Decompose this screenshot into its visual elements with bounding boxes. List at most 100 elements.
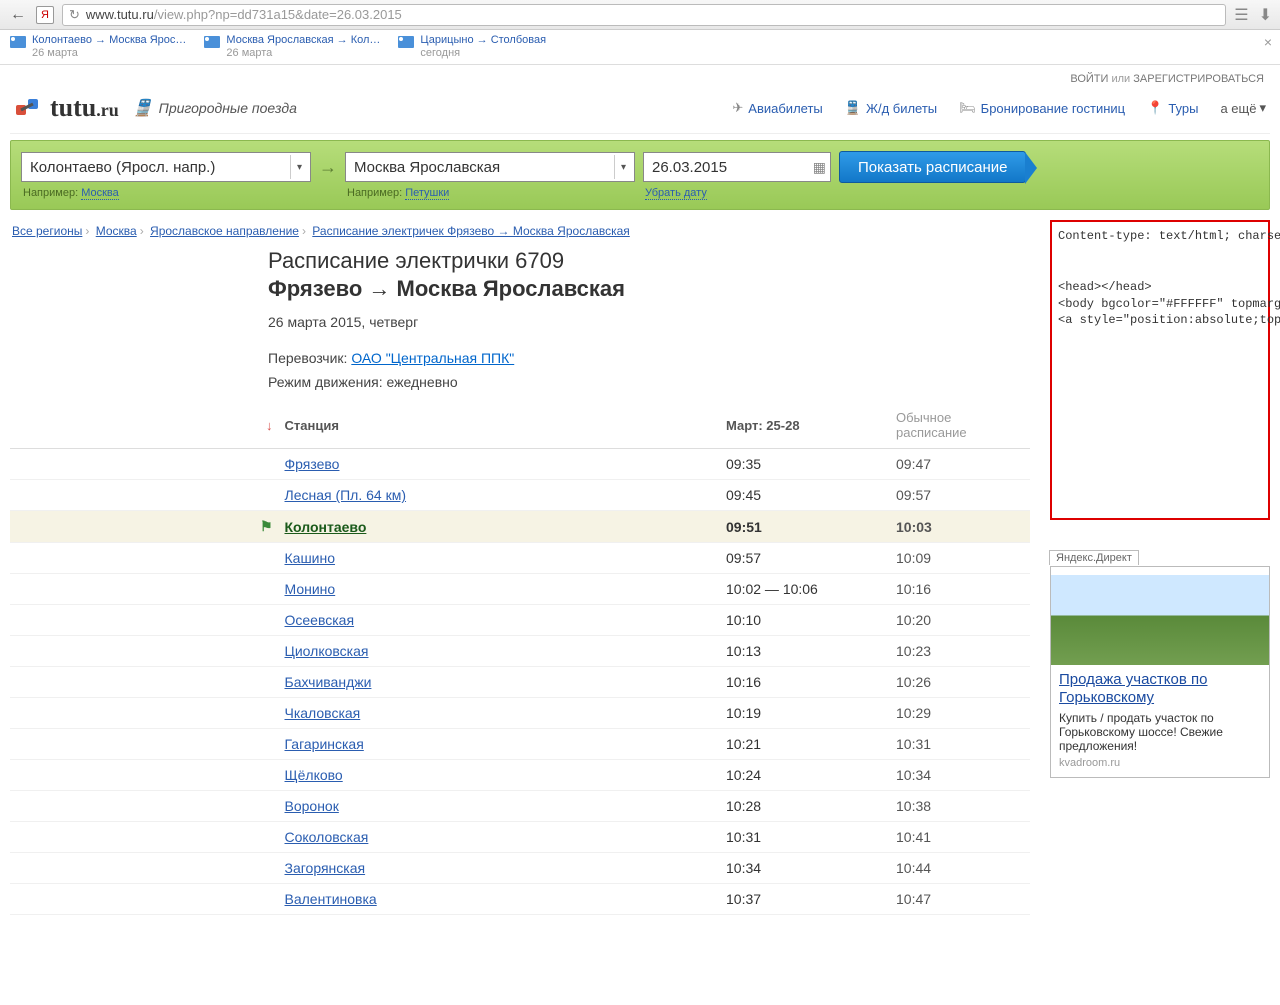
from-dropdown-icon[interactable]: ▾ (290, 155, 308, 179)
station-cell: Соколовская (279, 822, 721, 853)
usual-time-cell: 10:47 (890, 884, 1030, 915)
train-tab-icon (204, 36, 220, 48)
station-link[interactable]: Монино (285, 581, 336, 597)
bookmark-tab[interactable]: Москва Ярославская → Кол…26 марта (204, 34, 380, 60)
time-cell: 09:35 (720, 449, 890, 480)
yandex-button[interactable]: Я (36, 6, 54, 24)
station-link[interactable]: Соколовская (285, 829, 369, 845)
sidebar: Content-type: text/html; charset=windows… (1050, 220, 1270, 915)
train-icon: 🚆 (133, 98, 153, 118)
date-field[interactable]: 26.03.2015 ▦ (643, 152, 831, 182)
nav-tours[interactable]: 📍Туры (1147, 100, 1198, 116)
time-cell: 10:31 (720, 822, 890, 853)
direction-arrow-icon: → (319, 157, 337, 178)
station-link[interactable]: Колонтаево (285, 519, 367, 535)
nav-rail[interactable]: 🚆Ж/д билеты (845, 100, 937, 116)
row-flag-cell (10, 543, 279, 574)
calendar-icon[interactable]: ▦ (813, 159, 826, 176)
station-link[interactable]: Осеевская (285, 612, 355, 628)
url-path: /view.php?np=dd731a15&date=26.03.2015 (154, 7, 402, 22)
col-period: Март: 25-28 (720, 402, 890, 449)
ad-domain: kvadroom.ru (1051, 757, 1269, 769)
usual-time-cell: 09:57 (890, 480, 1030, 511)
time-cell: 10:37 (720, 884, 890, 915)
date-line: 26 марта 2015, четверг (10, 312, 1030, 336)
breadcrumb: Все регионы› Москва› Ярославское направл… (10, 220, 1030, 248)
crumb-regions[interactable]: Все регионы (12, 224, 82, 238)
page-title: Расписание электрички 6709 (10, 248, 1030, 274)
station-link[interactable]: Щёлково (285, 767, 343, 783)
schedule-body: Фрязево09:3509:47Лесная (Пл. 64 км)09:45… (10, 449, 1030, 915)
train-tab-icon (10, 36, 26, 48)
hint-to: Например: Петушки (345, 187, 635, 199)
address-bar[interactable]: ↻ www.tutu.ru/view.php?np=dd731a15&date=… (62, 4, 1226, 26)
logo[interactable]: tutu.ru (14, 93, 119, 123)
row-flag-cell (10, 884, 279, 915)
station-cell: Колонтаево (279, 511, 721, 543)
ad-description: Купить / продать участок по Горьковскому… (1051, 707, 1269, 757)
station-cell: Фрязево (279, 449, 721, 480)
table-row: Валентиновка 10:3710:47 (10, 884, 1030, 915)
nav-more[interactable]: а ещё ▾ (1220, 100, 1266, 116)
row-flag-cell (10, 636, 279, 667)
nav-hotel[interactable]: 🛏Бронирование гостиниц (959, 100, 1125, 116)
usual-time-cell: 10:23 (890, 636, 1030, 667)
col-usual: Обычноерасписание (890, 402, 1030, 449)
usual-time-cell: 10:03 (890, 511, 1030, 543)
reload-icon[interactable]: ↻ (69, 7, 80, 23)
error-box: Content-type: text/html; charset=windows… (1050, 220, 1270, 520)
hint-date: Убрать дату (643, 187, 831, 199)
mode-line: Режим движения: ежедневно (10, 372, 1030, 396)
url-host: www.tutu.ru (86, 7, 154, 22)
table-row: Щёлково10:2410:34 (10, 760, 1030, 791)
station-link[interactable]: Бахчиванджи (285, 674, 372, 690)
crumb-route[interactable]: Расписание электричек Фрязево → Москва Я… (312, 224, 630, 238)
station-link[interactable]: Гагаринская (285, 736, 364, 752)
station-link[interactable]: Лесная (Пл. 64 км) (285, 487, 407, 503)
station-link[interactable]: Загорянская (285, 860, 366, 876)
table-row: Осеевская10:1010:20 (10, 605, 1030, 636)
tabs-close-icon[interactable]: × (1264, 34, 1272, 50)
from-field[interactable]: Колонтаево (Яросл. напр.) ▾ (21, 152, 311, 182)
logo-icon (14, 93, 44, 123)
carrier-link[interactable]: ОАО "Центральная ППК" (351, 350, 514, 366)
chevron-down-icon: ▾ (1259, 100, 1266, 116)
ad-box[interactable]: Продажа участков по Горьковскому Купить … (1050, 566, 1270, 778)
download-icon[interactable]: ⬇ (1259, 5, 1272, 25)
register-link[interactable]: ЗАРЕГИСТРИРОВАТЬСЯ (1133, 73, 1264, 85)
bookmark-icon[interactable]: ☰ (1234, 5, 1248, 25)
time-cell: 10:13 (720, 636, 890, 667)
station-link[interactable]: Кашино (285, 550, 336, 566)
station-cell: Монино (279, 574, 721, 605)
crumb-moscow[interactable]: Москва (96, 224, 137, 238)
pin-icon: 📍 (1147, 100, 1163, 116)
station-link[interactable]: Воронок (285, 798, 339, 814)
table-row: Монино10:02 — 10:0610:16 (10, 574, 1030, 605)
time-cell: 09:45 (720, 480, 890, 511)
login-link[interactable]: ВОЙТИ (1070, 73, 1108, 85)
main-column: Все регионы› Москва› Ярославское направл… (10, 220, 1030, 915)
nav-avia[interactable]: ✈Авиабилеты (732, 100, 822, 116)
crumb-direction[interactable]: Ярославское направление (150, 224, 299, 238)
station-link[interactable]: Циолковская (285, 643, 369, 659)
col-station: Станция (279, 402, 721, 449)
station-cell: Циолковская (279, 636, 721, 667)
bookmark-tab[interactable]: Царицыно → Столбоваясегодня (398, 34, 546, 60)
search-panel: Колонтаево (Яросл. напр.) ▾ → Москва Яро… (10, 140, 1270, 210)
to-field[interactable]: Москва Ярославская ▾ (345, 152, 635, 182)
hint-from: Например: Москва (21, 187, 311, 199)
section-tagline: 🚆 Пригородные поезда (133, 98, 297, 118)
time-cell: 10:34 (720, 853, 890, 884)
bookmark-tab[interactable]: Колонтаево → Москва Ярос…26 марта (10, 34, 186, 60)
usual-time-cell: 10:41 (890, 822, 1030, 853)
url-text[interactable]: www.tutu.ru/view.php?np=dd731a15&date=26… (86, 7, 1219, 22)
station-link[interactable]: Валентиновка (285, 891, 377, 907)
ad-title-link[interactable]: Продажа участков по Горьковскому (1051, 671, 1269, 707)
usual-time-cell: 10:34 (890, 760, 1030, 791)
time-cell: 09:51 (720, 511, 890, 543)
show-schedule-button[interactable]: Показать расписание (839, 151, 1026, 183)
to-dropdown-icon[interactable]: ▾ (614, 155, 632, 179)
station-link[interactable]: Чкаловская (285, 705, 361, 721)
station-link[interactable]: Фрязево (285, 456, 340, 472)
back-button[interactable]: ← (8, 5, 28, 25)
